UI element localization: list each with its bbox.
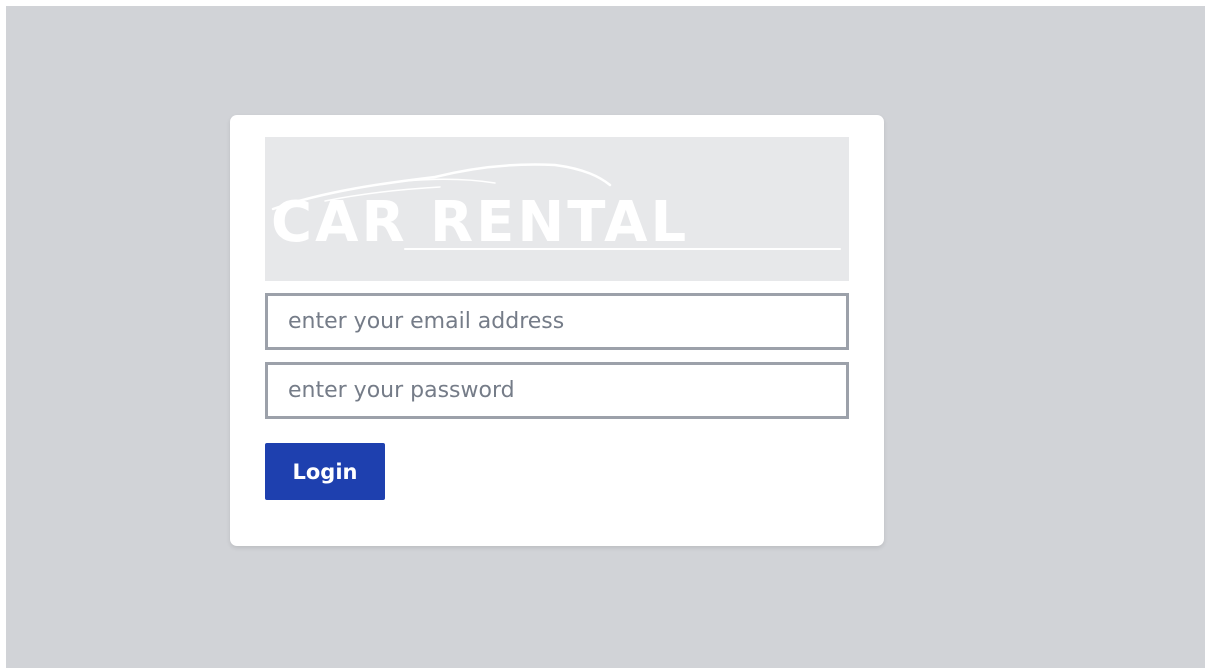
logo-text: CAR RENTAL bbox=[271, 190, 690, 255]
car-rental-logo: CAR RENTAL bbox=[265, 137, 849, 281]
email-input[interactable] bbox=[265, 293, 849, 350]
password-input[interactable] bbox=[265, 362, 849, 419]
login-card: CAR RENTAL Login bbox=[230, 115, 884, 546]
page-background: CAR RENTAL Login bbox=[6, 6, 1205, 668]
login-button[interactable]: Login bbox=[265, 443, 385, 500]
